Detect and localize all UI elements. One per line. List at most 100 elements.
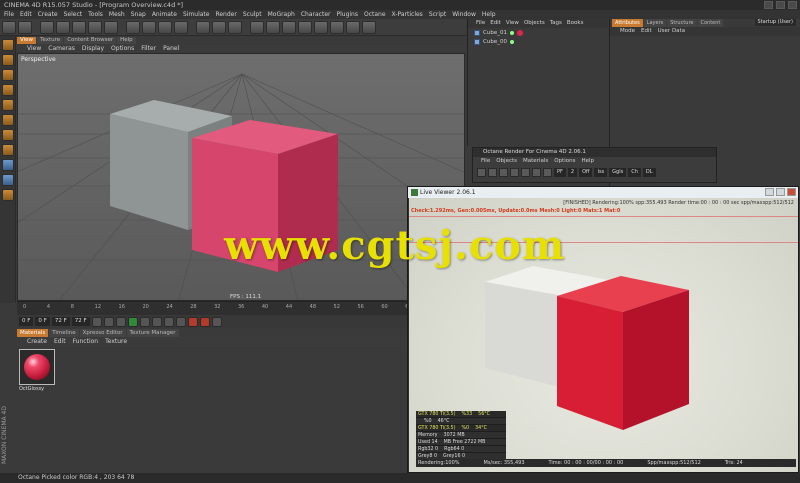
obj-menu-file[interactable]: File — [476, 19, 485, 28]
subdivision-icon[interactable] — [282, 20, 296, 34]
tab-view[interactable]: View — [17, 37, 37, 44]
tab-layers[interactable]: Layers — [643, 19, 667, 27]
maximize-button[interactable] — [776, 1, 785, 9]
select-arrow-icon[interactable] — [40, 20, 54, 34]
menu-snap[interactable]: Snap — [131, 10, 146, 19]
octane-region-icon[interactable] — [521, 167, 530, 177]
floor-icon[interactable] — [330, 20, 344, 34]
pen-spline-icon[interactable] — [266, 20, 280, 34]
menu-x-particles[interactable]: X-Particles — [392, 10, 423, 19]
current-frame-field[interactable]: 0 F — [35, 317, 50, 326]
octane-kernel-select[interactable]: DL — [642, 167, 656, 177]
obj-menu-view[interactable]: View — [506, 19, 519, 28]
material-menu-texture[interactable]: Texture — [105, 337, 127, 346]
camera-icon[interactable] — [346, 20, 360, 34]
attr-menu-mode[interactable]: Mode — [620, 27, 635, 36]
end-frame-field[interactable]: 72 F — [51, 317, 70, 326]
prev-key-icon[interactable] — [103, 316, 114, 327]
visibility-dot-icon[interactable] — [509, 30, 514, 35]
make-editable-icon[interactable] — [1, 39, 14, 51]
menu-tools[interactable]: Tools — [88, 10, 103, 19]
render-picture-viewer-icon[interactable] — [212, 20, 226, 34]
octane-lock-icon[interactable] — [532, 167, 541, 177]
octane-iss-field[interactable]: Iss — [594, 167, 608, 177]
undo-icon[interactable] — [2, 20, 16, 34]
x-axis-icon[interactable] — [126, 20, 140, 34]
array-icon[interactable] — [298, 20, 312, 34]
viewport-menu-panel[interactable]: Panel — [163, 44, 179, 53]
menu-window[interactable]: Window — [452, 10, 476, 19]
polygons-mode-icon[interactable] — [1, 129, 14, 141]
material-menu-edit[interactable]: Edit — [54, 337, 66, 346]
octane-settings-icon[interactable] — [543, 167, 552, 177]
minimize-button[interactable] — [764, 1, 773, 9]
timeline-ruler[interactable]: 04812162024283236404448525660646872 — [17, 301, 465, 315]
octane-stop-icon[interactable] — [510, 167, 519, 177]
menu-create[interactable]: Create — [38, 10, 58, 19]
material-thumbnail[interactable] — [19, 349, 55, 385]
goto-end-icon[interactable] — [163, 316, 174, 327]
planar-workplane-icon[interactable] — [1, 189, 14, 201]
tab-structure[interactable]: Structure — [667, 19, 697, 27]
keyframe-selection-icon[interactable] — [211, 316, 222, 327]
model-mode-icon[interactable] — [1, 54, 14, 66]
rotate-icon[interactable] — [88, 20, 102, 34]
object-row[interactable]: Cube_01 — [468, 28, 608, 37]
tab-materials[interactable]: Materials — [17, 329, 49, 337]
texture-mode-icon[interactable] — [1, 69, 14, 81]
layout-select[interactable]: Startup (User) — [754, 19, 796, 26]
menu-select[interactable]: Select — [64, 10, 83, 19]
scale-icon[interactable] — [72, 20, 86, 34]
obj-menu-objects[interactable]: Objects — [524, 19, 545, 28]
octane-menu-materials[interactable]: Materials — [523, 157, 548, 165]
render-view-icon[interactable] — [196, 20, 210, 34]
points-mode-icon[interactable] — [1, 99, 14, 111]
goto-start-icon[interactable] — [91, 316, 102, 327]
material-menu-create[interactable]: Create — [27, 337, 47, 346]
obj-menu-edit[interactable]: Edit — [490, 19, 501, 28]
octane-start-icon[interactable] — [477, 167, 486, 177]
viewport-menu-display[interactable]: Display — [82, 44, 104, 53]
menu-file[interactable]: File — [4, 10, 14, 19]
tab-texture-manager[interactable]: Texture Manager — [126, 329, 179, 337]
play-icon[interactable] — [127, 316, 138, 327]
tab-texture[interactable]: Texture — [37, 37, 64, 44]
render-settings-icon[interactable] — [228, 20, 242, 34]
prev-frame-icon[interactable] — [115, 316, 126, 327]
next-key-icon[interactable] — [151, 316, 162, 327]
menu-plugins[interactable]: Plugins — [336, 10, 358, 19]
menu-sculpt[interactable]: Sculpt — [243, 10, 262, 19]
menu-edit[interactable]: Edit — [20, 10, 32, 19]
attr-menu-user-data[interactable]: User Data — [658, 27, 685, 36]
menu-animate[interactable]: Animate — [152, 10, 177, 19]
start-frame-field[interactable]: 0 F — [19, 317, 34, 326]
recent-tools-icon[interactable] — [104, 20, 118, 34]
tab-timeline[interactable]: Timeline — [49, 329, 79, 337]
light-icon[interactable] — [362, 20, 376, 34]
octane-pause-icon[interactable] — [499, 167, 508, 177]
axis-mode-icon[interactable] — [1, 144, 14, 156]
menu-character[interactable]: Character — [301, 10, 331, 19]
live-minimize-button[interactable] — [765, 188, 774, 196]
octane-off-field[interactable]: Off — [579, 167, 593, 177]
tab-attributes[interactable]: Attributes — [612, 19, 643, 27]
octane-menu-help[interactable]: Help — [581, 157, 594, 165]
viewport-menu-cameras[interactable]: Cameras — [48, 44, 75, 53]
cube-primitive-icon[interactable] — [250, 20, 264, 34]
tab-xpresso-editor[interactable]: Xpresso Editor — [79, 329, 126, 337]
menu-mograph[interactable]: MoGraph — [268, 10, 295, 19]
viewport-menu-options[interactable]: Options — [111, 44, 134, 53]
next-frame-icon[interactable] — [139, 316, 150, 327]
edges-mode-icon[interactable] — [1, 114, 14, 126]
end-frame-field-2[interactable]: 72 F — [71, 317, 90, 326]
menu-simulate[interactable]: Simulate — [183, 10, 210, 19]
record-icon[interactable] — [187, 316, 198, 327]
viewport-menu-view[interactable]: View — [27, 44, 41, 53]
viewport-menu-filter[interactable]: Filter — [141, 44, 156, 53]
close-button[interactable] — [788, 1, 797, 9]
live-close-button[interactable] — [787, 188, 796, 196]
tab-content[interactable]: Content — [697, 19, 724, 27]
obj-menu-books[interactable]: Books — [567, 19, 584, 28]
tab-content-browser[interactable]: Content Browser — [64, 37, 117, 44]
object-row[interactable]: Cube_00 — [468, 37, 608, 46]
